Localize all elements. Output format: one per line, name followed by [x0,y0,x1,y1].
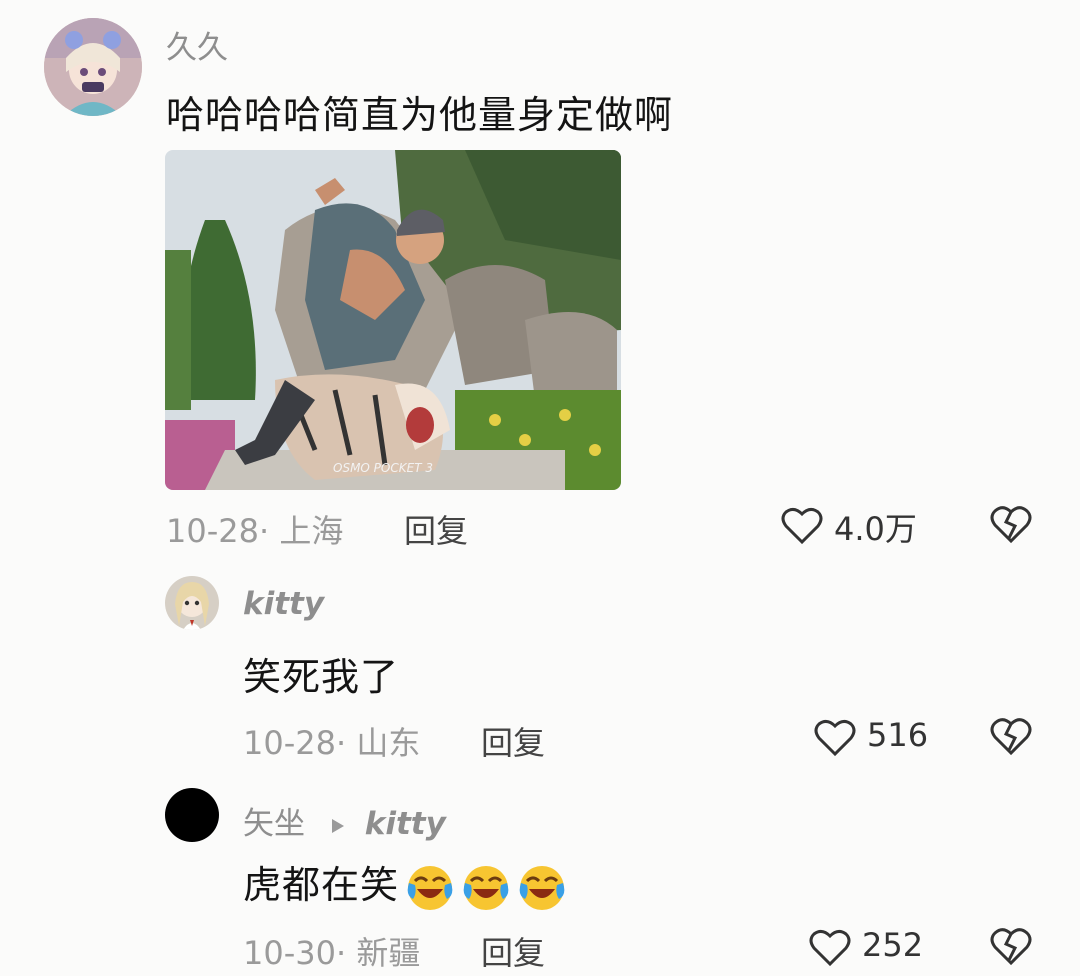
dislike-button[interactable] [988,502,1034,546]
laughing-crying-emoji-icon [517,863,567,913]
dislike-button[interactable] [988,924,1034,968]
comment-image[interactable]: OSMO POCKET 3 [165,150,621,490]
comment-text: 笑死我了 [243,655,400,699]
reply-header: 矢坐 kitty [243,798,446,843]
heart-outline-icon [809,929,851,967]
laughing-crying-emoji-icon [405,863,455,913]
comment-date: 10-28 [243,724,336,762]
laughing-crying-emoji-icon [461,863,511,913]
avatar[interactable] [165,788,219,842]
comment-text: 虎都在笑 [243,854,567,913]
like-count: 252 [862,926,924,964]
comment-location: 山东 [356,724,421,762]
heart-outline-icon [781,507,823,545]
broken-heart-icon [990,928,1032,966]
comment-date: 10-28 [166,512,259,550]
comment-meta: 10-30· 新疆 [243,934,421,972]
dislike-button[interactable] [988,714,1034,758]
like-count: 516 [867,716,929,754]
comment-location: 新疆 [356,934,421,972]
comment-author[interactable]: kitty [243,586,324,622]
broken-heart-icon [990,506,1032,544]
like-button[interactable]: 4.0万 [780,502,930,548]
reply-button[interactable]: 回复 [481,718,545,764]
comment-text-content: 虎都在笑 [243,863,400,907]
image-watermark: OSMO POCKET 3 [333,461,433,475]
comment-location: 上海 [279,512,344,550]
comment-author[interactable]: 矢坐 [243,806,305,842]
comment-date: 10-30 [243,934,336,972]
like-button[interactable]: 516 [813,714,943,758]
comment-text: 哈哈哈哈简直为他量身定做啊 [166,93,674,137]
reply-to-author[interactable]: kitty [365,806,446,842]
play-triangle-icon [331,818,344,833]
reply-button[interactable]: 回复 [404,506,468,552]
avatar[interactable] [165,576,219,630]
comment-author[interactable]: 久久 [166,22,228,67]
reply-button[interactable]: 回复 [481,928,545,974]
like-count: 4.0万 [834,510,917,548]
heart-outline-icon [814,719,856,757]
avatar[interactable] [44,18,142,116]
comment-meta: 10-28· 山东 [243,724,421,762]
comment-meta: 10-28· 上海 [166,512,344,550]
broken-heart-icon [990,718,1032,756]
like-button[interactable]: 252 [808,924,938,968]
